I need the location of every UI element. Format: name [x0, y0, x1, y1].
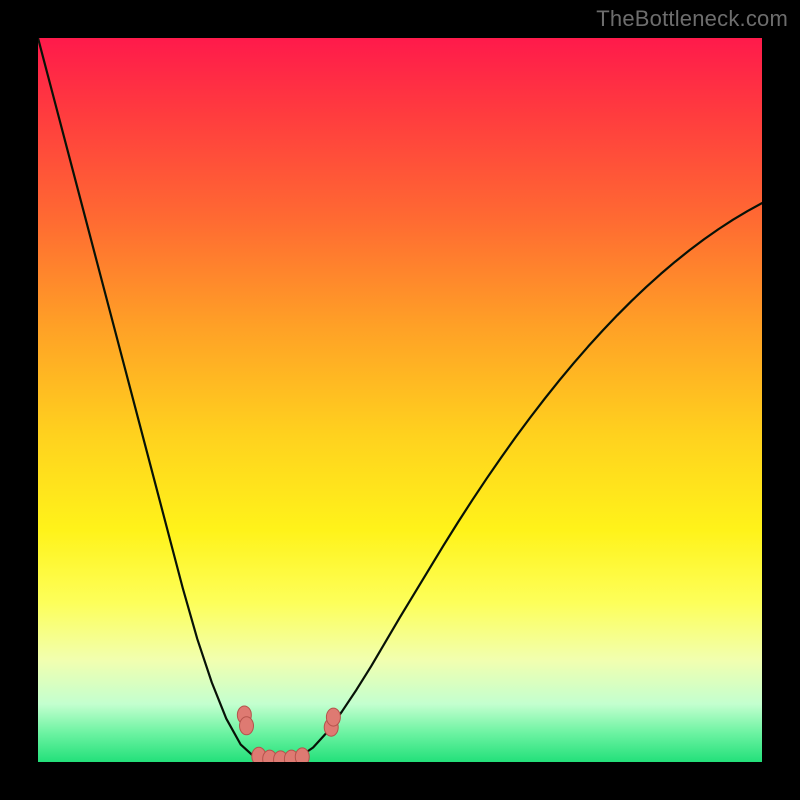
curve-marker — [240, 717, 254, 735]
watermark-text: TheBottleneck.com — [596, 6, 788, 32]
chart-frame: TheBottleneck.com — [0, 0, 800, 800]
curve-marker — [326, 708, 340, 726]
bottleneck-curve — [38, 38, 762, 762]
plot-area — [38, 38, 762, 762]
curve-layer — [38, 38, 762, 762]
curve-marker — [295, 748, 309, 762]
